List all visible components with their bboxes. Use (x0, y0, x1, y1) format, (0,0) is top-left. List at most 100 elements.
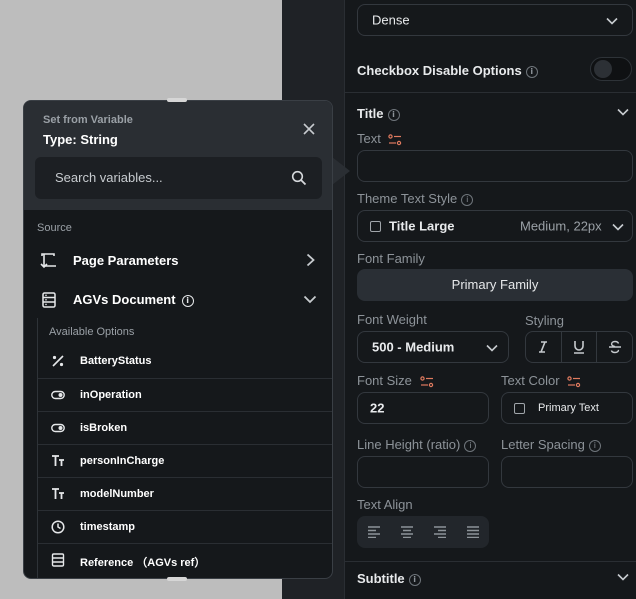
align-right-button[interactable] (423, 516, 456, 548)
popup-resize-handle-top[interactable] (167, 98, 187, 102)
chevron-down-icon (302, 291, 318, 307)
style-checkbox[interactable] (370, 221, 381, 232)
strikethrough-icon (608, 340, 621, 354)
source-page-parameters[interactable]: Page Parameters (24, 242, 332, 278)
source-label-text: AGVs Document i (73, 292, 194, 307)
theme-text-style-select[interactable]: Title Large Medium, 22px (357, 210, 633, 242)
checkbox-disable-options-label: Checkbox Disable Options i (357, 63, 538, 78)
align-justify-icon (466, 526, 479, 538)
letter-spacing-label: Letter Spacing i (501, 437, 601, 452)
set-from-variable-icon[interactable] (419, 375, 434, 388)
set-from-variable-popup: Set from Variable Type: String Search va… (23, 100, 333, 579)
letter-spacing-input[interactable] (501, 456, 633, 488)
clock-icon (51, 520, 65, 534)
align-center-icon (400, 526, 413, 538)
set-from-variable-icon[interactable] (567, 375, 581, 388)
properties-panel: Dense Checkbox Disable Options i Title i T… (344, 0, 636, 599)
text-input[interactable] (357, 150, 633, 182)
popup-type: Type: String (43, 132, 118, 147)
text-type-icon (51, 487, 65, 501)
style-select-value: Dense (372, 12, 410, 28)
option-model-number[interactable]: modelNumber (38, 477, 332, 510)
option-person-in-charge[interactable]: personInCharge (38, 444, 332, 477)
align-left-icon (367, 526, 380, 538)
chevron-down-icon (484, 340, 500, 356)
option-label: modelNumber (80, 488, 154, 500)
available-options-label: Available Options (49, 326, 135, 338)
info-icon: i (525, 65, 538, 78)
font-size-label: Font Size (357, 373, 434, 388)
toggle-knob (594, 60, 612, 78)
option-reference[interactable]: Reference （AGVs ref） (38, 543, 332, 576)
document-icon (40, 291, 58, 309)
title-section-header: Title i (357, 106, 400, 121)
text-align-group (357, 516, 489, 548)
info-icon: i (387, 108, 400, 121)
info-icon: i (461, 193, 474, 206)
source-label-text: Page Parameters (73, 253, 179, 268)
source-label: Source (37, 222, 72, 234)
percent-icon (51, 354, 65, 368)
toggle-icon (51, 421, 65, 435)
reference-icon (51, 553, 65, 567)
chevron-down-icon (610, 219, 626, 235)
align-left-button[interactable] (357, 516, 390, 548)
subtitle-collapse-chevron-icon[interactable] (615, 569, 631, 585)
font-weight-label: Font Weight (357, 312, 427, 327)
set-from-variable-icon[interactable] (388, 133, 402, 146)
search-icon[interactable] (291, 170, 307, 186)
theme-text-style-meta: Medium, 22px (520, 218, 602, 234)
theme-text-style-label: Theme Text Style i (357, 191, 474, 206)
text-color-picker[interactable]: Primary Text (501, 392, 633, 424)
font-size-value: 22 (370, 400, 385, 416)
option-in-operation[interactable]: inOperation (38, 378, 332, 411)
search-input[interactable]: Search variables... (35, 157, 322, 199)
subtitle-section-header: Subtitle i (357, 571, 421, 586)
info-icon: i (181, 294, 194, 307)
option-label: timestamp (80, 521, 136, 533)
style-select[interactable]: Dense (357, 4, 633, 36)
source-agvs-document[interactable]: AGVs Document i (24, 281, 332, 317)
line-height-label: Line Height (ratio) i (357, 437, 477, 452)
available-options-list: Available Options BatteryStatus inOperat… (37, 318, 332, 578)
italic-button[interactable] (526, 332, 562, 362)
theme-text-style-value: Title Large (389, 218, 455, 234)
option-label: isBroken (80, 422, 128, 434)
page-params-icon (40, 252, 58, 270)
option-battery-status[interactable]: BatteryStatus (38, 345, 332, 378)
option-is-broken[interactable]: isBroken (38, 411, 332, 444)
divider (345, 561, 636, 562)
underline-icon (574, 341, 584, 354)
italic-icon (539, 341, 548, 353)
font-family-label: Font Family (357, 251, 425, 266)
styling-toggle-group (525, 331, 633, 363)
title-collapse-chevron-icon[interactable] (615, 104, 631, 120)
info-icon: i (588, 439, 601, 452)
font-weight-select[interactable]: 500 - Medium (357, 331, 509, 363)
align-justify-button[interactable] (456, 516, 489, 548)
underline-button[interactable] (562, 332, 598, 362)
popup-pointer (332, 157, 350, 185)
option-label: inOperation (80, 389, 142, 401)
option-label: personInCharge (80, 455, 165, 467)
strikethrough-button[interactable] (597, 332, 632, 362)
align-right-icon (433, 526, 446, 538)
chevron-down-icon (604, 13, 620, 29)
popup-title: Set from Variable (43, 114, 133, 126)
text-align-label: Text Align (357, 497, 413, 512)
option-timestamp[interactable]: timestamp (38, 510, 332, 543)
popup-resize-handle-bottom[interactable] (167, 577, 187, 581)
popup-header: Set from Variable Type: String Search va… (24, 101, 332, 210)
search-placeholder: Search variables... (55, 170, 163, 185)
chevron-right-icon (302, 252, 318, 268)
line-height-input[interactable] (357, 456, 489, 488)
font-family-button[interactable]: Primary Family (357, 269, 633, 301)
checkbox-disable-toggle[interactable] (590, 57, 632, 81)
divider (345, 92, 636, 93)
close-icon[interactable] (302, 122, 316, 136)
info-icon: i (464, 439, 477, 452)
text-label: Text (357, 131, 402, 146)
styling-label: Styling (525, 313, 565, 328)
align-center-button[interactable] (390, 516, 423, 548)
font-size-input[interactable]: 22 (357, 392, 489, 424)
